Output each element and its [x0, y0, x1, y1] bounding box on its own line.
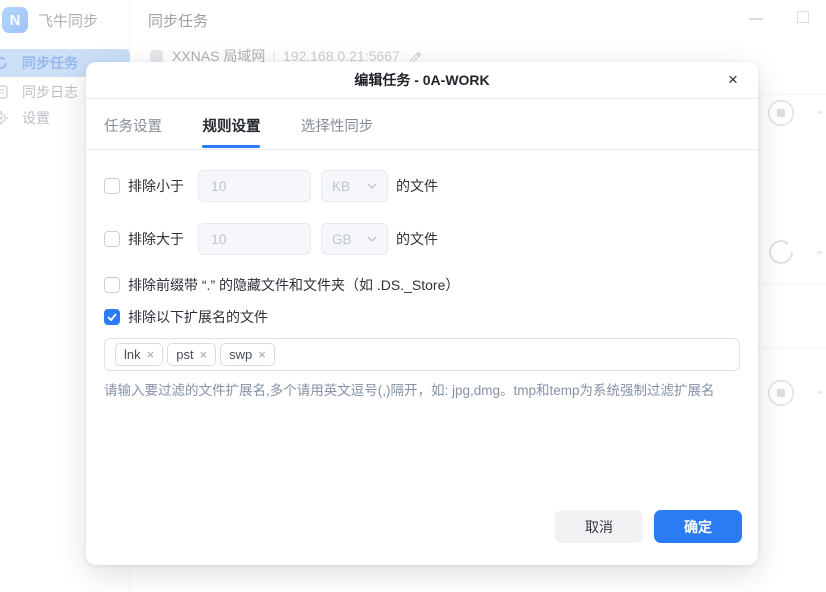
confirm-button[interactable]: 确定 [654, 510, 742, 543]
tab-label: 规则设置 [202, 119, 261, 135]
tab-label: 任务设置 [104, 119, 162, 135]
extension-helper-text: 请输入要过滤的文件扩展名,多个请用英文逗号(,)隔开，如: jpg,dmg。tm… [104, 383, 715, 398]
tag-remove-icon[interactable]: × [147, 348, 155, 361]
size-min-suffix: 的文件 [396, 178, 438, 194]
extensions-checkbox[interactable] [104, 309, 120, 325]
size-max-suffix: 的文件 [396, 231, 438, 247]
tag-lnk: lnk × [115, 343, 164, 366]
extension-tags-input[interactable]: lnk × pst × swp × [104, 338, 740, 371]
rule-hidden-files-row: 排除前缀带 “.” 的隐藏文件和文件夹（如 .DS._Store） [104, 275, 459, 295]
tab-rule-settings[interactable]: 规则设置 [202, 99, 261, 150]
tab-label: 选择性同步 [300, 119, 374, 135]
rule-extensions-row: 排除以下扩展名的文件 [104, 307, 268, 327]
size-max-unit-select[interactable]: GB [321, 223, 388, 255]
close-icon[interactable]: × [722, 69, 744, 91]
cancel-button[interactable]: 取消 [555, 510, 643, 543]
extensions-label: 排除以下扩展名的文件 [128, 309, 268, 325]
dialog-title: 编辑任务 - 0A-WORK [354, 72, 490, 88]
chevron-down-icon [367, 183, 377, 189]
hidden-files-checkbox[interactable] [104, 277, 120, 293]
chevron-down-icon [367, 236, 377, 242]
size-min-input[interactable] [198, 170, 311, 202]
hidden-files-label: 排除前缀带 “.” 的隐藏文件和文件夹（如 .DS._Store） [128, 277, 460, 293]
rule-size-min-row: 排除小于 KB 的文件 [104, 169, 438, 203]
tag-remove-icon[interactable]: × [258, 348, 266, 361]
dialog-tabs: 任务设置 规则设置 选择性同步 [86, 99, 758, 150]
tag-remove-icon[interactable]: × [200, 348, 208, 361]
size-max-checkbox[interactable] [104, 231, 120, 247]
size-min-label: 排除小于 [128, 178, 184, 194]
rule-size-max-row: 排除大于 GB 的文件 [104, 222, 438, 256]
tag-pst: pst × [167, 343, 217, 366]
size-max-input[interactable] [198, 223, 311, 255]
tag-swp: swp × [220, 343, 275, 366]
tab-selective-sync[interactable]: 选择性同步 [301, 99, 374, 150]
tag-label: lnk [124, 347, 141, 362]
edit-task-dialog: 编辑任务 - 0A-WORK × 任务设置 规则设置 选择性同步 排除小于 KB [86, 62, 758, 565]
app-window: N 飞牛同步 同步任务 同步日志 设置 [0, 0, 826, 592]
size-max-label: 排除大于 [128, 231, 184, 247]
size-min-checkbox[interactable] [104, 178, 120, 194]
dialog-header: 编辑任务 - 0A-WORK × [86, 62, 758, 99]
tag-label: pst [176, 347, 194, 362]
unit-value: GB [332, 231, 352, 247]
tag-label: swp [229, 347, 253, 362]
size-min-unit-select[interactable]: KB [321, 170, 388, 202]
tab-task-settings[interactable]: 任务设置 [104, 99, 162, 150]
active-tab-underline [202, 145, 261, 148]
unit-value: KB [332, 178, 351, 194]
